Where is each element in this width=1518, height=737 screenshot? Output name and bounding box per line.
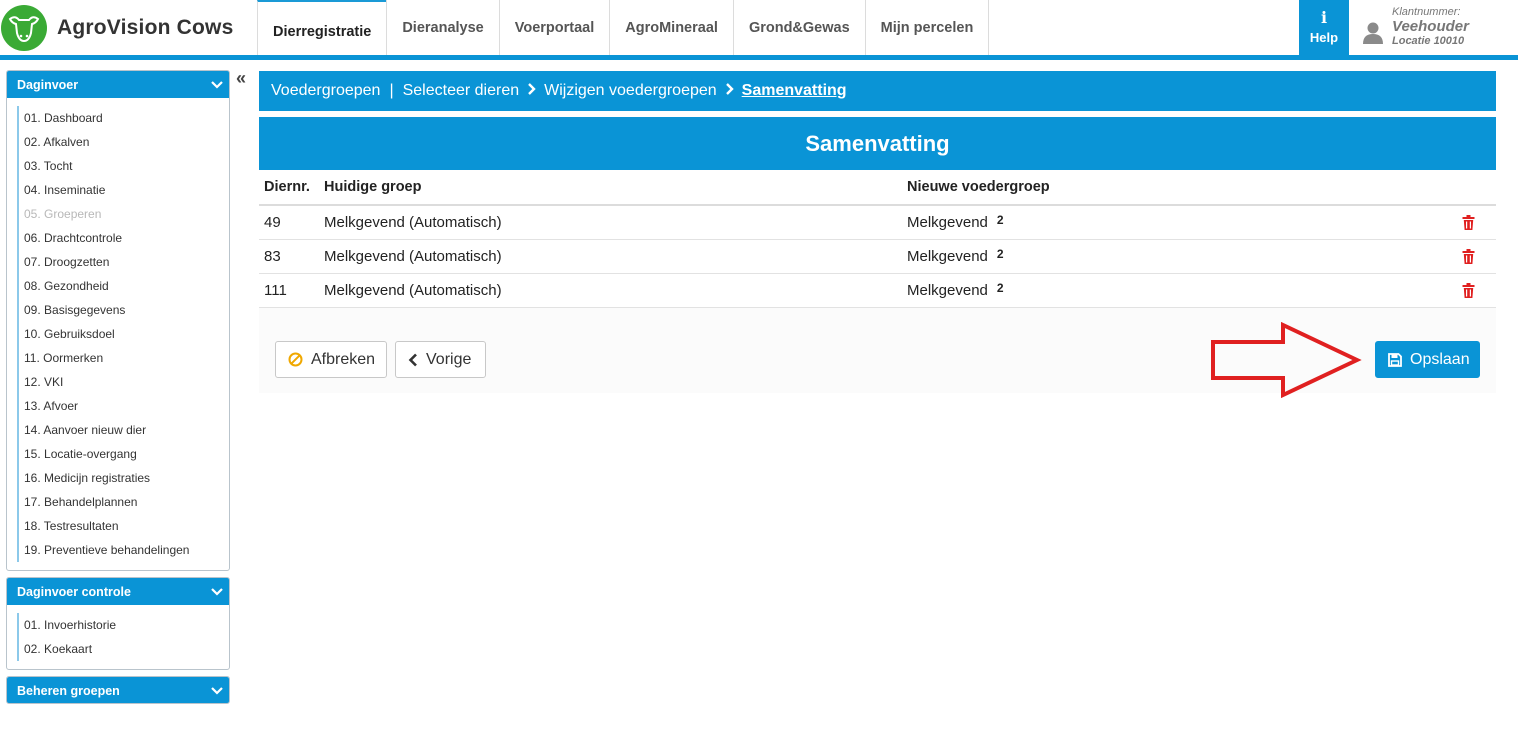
panel-header-beheren-groepen[interactable]: Beheren groepen <box>7 677 229 703</box>
chevron-right-icon <box>527 82 536 100</box>
floppy-disk-icon <box>1388 352 1402 367</box>
cell-current-group: Melkgevend (Automatisch) <box>319 239 902 274</box>
sidebar-item-basisgegevens[interactable]: 09. Basisgegevens <box>19 298 229 322</box>
tab-mijn-percelen[interactable]: Mijn percelen <box>864 0 990 55</box>
user-info: Klantnummer: Veehouder Locatie 10010 <box>1392 6 1469 47</box>
sidebar-item-behandelplannen[interactable]: 17. Behandelplannen <box>19 490 229 514</box>
group-number: 2 <box>996 246 1004 261</box>
panel-beheren-groepen: Beheren groepen <box>6 676 230 704</box>
chevron-right-icon <box>725 82 734 100</box>
sidebar-item-locatie-overgang[interactable]: 15. Locatie-overgang <box>19 442 229 466</box>
chevron-down-icon <box>211 686 223 695</box>
top-navigation-bar: AgroVision Cows Dierregistratie Dieranal… <box>0 0 1518 55</box>
info-icon: i <box>1320 8 1328 27</box>
trash-icon <box>1462 282 1475 298</box>
abort-button[interactable]: Afbreken <box>275 341 387 378</box>
chevron-left-icon <box>408 353 417 366</box>
menu-daginvoer: 01. Dashboard 02. Afkalven 03. Tocht 04.… <box>17 106 229 562</box>
breadcrumb-wijzigen-voedergroepen[interactable]: Wijzigen voedergroepen <box>544 82 717 100</box>
delete-row-button[interactable] <box>1457 273 1496 308</box>
panel-header-daginvoer[interactable]: Daginvoer <box>7 71 229 98</box>
cell-current-group: Melkgevend (Automatisch) <box>319 273 902 308</box>
sidebar-item-inseminatie[interactable]: 04. Inseminatie <box>19 178 229 202</box>
table-row: 49 Melkgevend (Automatisch) Melkgevend 2 <box>259 205 1496 240</box>
user-icon <box>1363 22 1383 44</box>
table-row: 111 Melkgevend (Automatisch) Melkgevend 2 <box>259 273 1496 308</box>
breadcrumb-samenvatting[interactable]: Samenvatting <box>742 82 847 100</box>
panel-daginvoer-controle: Daginvoer controle 01. Invoerhistorie 02… <box>6 577 230 670</box>
trash-icon <box>1462 214 1475 230</box>
panel-header-daginvoer-controle[interactable]: Daginvoer controle <box>7 578 229 605</box>
sidebar-item-invoerhistorie[interactable]: 01. Invoerhistorie <box>19 613 229 637</box>
summary-table: Diernr. Huidige groep Nieuwe voedergroep… <box>259 170 1496 308</box>
app-logo[interactable]: AgroVision Cows <box>0 4 233 52</box>
red-arrow-annotation <box>1211 322 1362 398</box>
sidebar-item-groeperen: 05. Groeperen <box>24 207 102 221</box>
user-account[interactable]: Klantnummer: Veehouder Locatie 10010 <box>1362 6 1469 52</box>
sidebar-item-preventieve-behandelingen[interactable]: 19. Preventieve behandelingen <box>19 538 229 562</box>
collapse-sidebar-icon[interactable]: « <box>236 68 246 89</box>
sidebar-item-afkalven[interactable]: 02. Afkalven <box>19 130 229 154</box>
chevron-down-icon <box>211 587 223 596</box>
cow-logo-icon <box>1 5 47 51</box>
cell-new-group: Melkgevend 2 <box>902 239 1457 274</box>
cell-new-group: Melkgevend 2 <box>902 205 1457 240</box>
user-name: Veehouder <box>1392 18 1469 35</box>
column-header-actions <box>1457 170 1496 206</box>
sidebar-item-vki[interactable]: 12. VKI <box>19 370 229 394</box>
sidebar-item-gebruiksdoel[interactable]: 10. Gebruiksdoel <box>19 322 229 346</box>
sidebar-item-oormerken[interactable]: 11. Oormerken <box>19 346 229 370</box>
delete-row-button[interactable] <box>1457 205 1496 240</box>
ban-icon <box>288 352 303 367</box>
chevron-down-icon <box>211 80 223 89</box>
sidebar-item-drachtcontrole[interactable]: 06. Drachtcontrole <box>19 226 229 250</box>
sidebar-item-droogzetten[interactable]: 07. Droogzetten <box>19 250 229 274</box>
save-button[interactable]: Opslaan <box>1375 341 1480 378</box>
cell-current-group: Melkgevend (Automatisch) <box>319 205 902 240</box>
help-button[interactable]: i Help <box>1299 0 1349 55</box>
delete-row-button[interactable] <box>1457 239 1496 274</box>
app-title: AgroVision Cows <box>57 16 234 39</box>
previous-button[interactable]: Vorige <box>395 341 486 378</box>
tab-grond-gewas[interactable]: Grond&Gewas <box>732 0 865 55</box>
page-title: Samenvatting <box>259 117 1496 170</box>
menu-daginvoer-controle: 01. Invoerhistorie 02. Koekaart <box>17 613 229 661</box>
breadcrumb-selecteer-dieren[interactable]: Selecteer dieren <box>403 82 520 100</box>
cell-diernr: 111 <box>259 273 319 308</box>
sidebar-item-testresultaten[interactable]: 18. Testresultaten <box>19 514 229 538</box>
panel-daginvoer: Daginvoer 01. Dashboard 02. Afkalven 03.… <box>6 70 230 571</box>
tab-voerportaal[interactable]: Voerportaal <box>498 0 610 55</box>
table-header-row: Diernr. Huidige groep Nieuwe voedergroep <box>259 170 1496 206</box>
breadcrumb-separator: | <box>389 82 394 99</box>
column-header-nieuwe-voedergroep: Nieuwe voedergroep <box>902 170 1457 206</box>
user-location: Locatie 10010 <box>1392 35 1465 47</box>
tab-agromineraal[interactable]: AgroMineraal <box>609 0 733 55</box>
sidebar-item-koekaart[interactable]: 02. Koekaart <box>19 637 229 661</box>
sidebar-item-afvoer[interactable]: 13. Afvoer <box>19 394 229 418</box>
topbar-divider <box>0 55 1518 60</box>
sidebar-item-dashboard[interactable]: 01. Dashboard <box>19 106 229 130</box>
sidebar-item-tocht[interactable]: 03. Tocht <box>19 154 229 178</box>
column-header-huidige-groep: Huidige groep <box>319 170 902 206</box>
group-number: 2 <box>996 280 1004 295</box>
cell-diernr: 49 <box>259 205 319 240</box>
group-number: 2 <box>996 212 1004 227</box>
tab-dieranalyse[interactable]: Dieranalyse <box>386 0 499 55</box>
sidebar-item-aanvoer-nieuw-dier[interactable]: 14. Aanvoer nieuw dier <box>19 418 229 442</box>
sidebar-item-gezondheid[interactable]: 08. Gezondheid <box>19 274 229 298</box>
table-row: 83 Melkgevend (Automatisch) Melkgevend 2 <box>259 239 1496 274</box>
trash-icon <box>1462 248 1475 264</box>
breadcrumb-voedergroepen[interactable]: Voedergroepen <box>271 82 380 100</box>
main-tabs: Dierregistratie Dieranalyse Voerportaal … <box>257 0 990 55</box>
sidebar-item-medicijn-registraties[interactable]: 16. Medicijn registraties <box>19 466 229 490</box>
cell-new-group: Melkgevend 2 <box>902 273 1457 308</box>
column-header-diernr: Diernr. <box>259 170 319 206</box>
sidebar: Daginvoer 01. Dashboard 02. Afkalven 03.… <box>6 70 230 710</box>
breadcrumb: Voedergroepen | Selecteer dieren Wijzige… <box>259 71 1496 111</box>
cell-diernr: 83 <box>259 239 319 274</box>
tab-dierregistratie[interactable]: Dierregistratie <box>257 0 387 55</box>
